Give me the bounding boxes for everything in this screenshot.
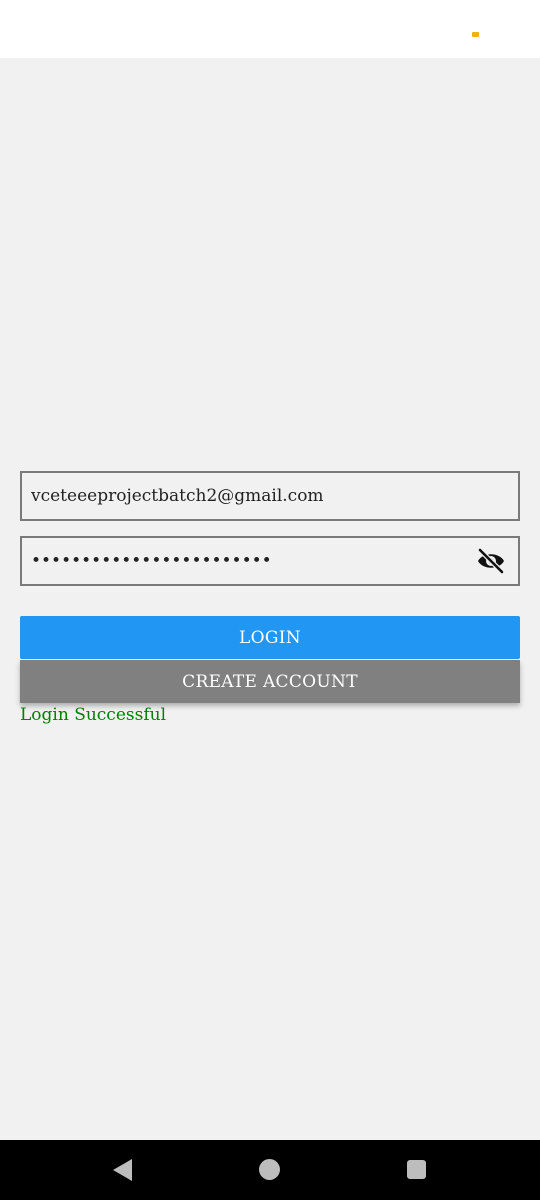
recents-icon[interactable] [407, 1160, 426, 1179]
navigation-bar [0, 1140, 540, 1200]
create-account-button[interactable]: CREATE ACCOUNT [20, 660, 520, 703]
status-bar [0, 0, 540, 58]
email-field[interactable] [20, 471, 520, 521]
login-button[interactable]: LOGIN [20, 616, 520, 659]
status-message: Login Successful [20, 705, 167, 725]
notification-icon [472, 32, 479, 37]
password-input[interactable] [22, 538, 471, 584]
login-screen: LOGIN CREATE ACCOUNT Login Successful [0, 58, 540, 1140]
home-icon[interactable] [259, 1159, 280, 1180]
eye-off-icon[interactable] [476, 548, 506, 574]
back-icon[interactable] [113, 1159, 132, 1181]
email-input[interactable] [22, 473, 471, 519]
password-field[interactable] [20, 536, 520, 586]
